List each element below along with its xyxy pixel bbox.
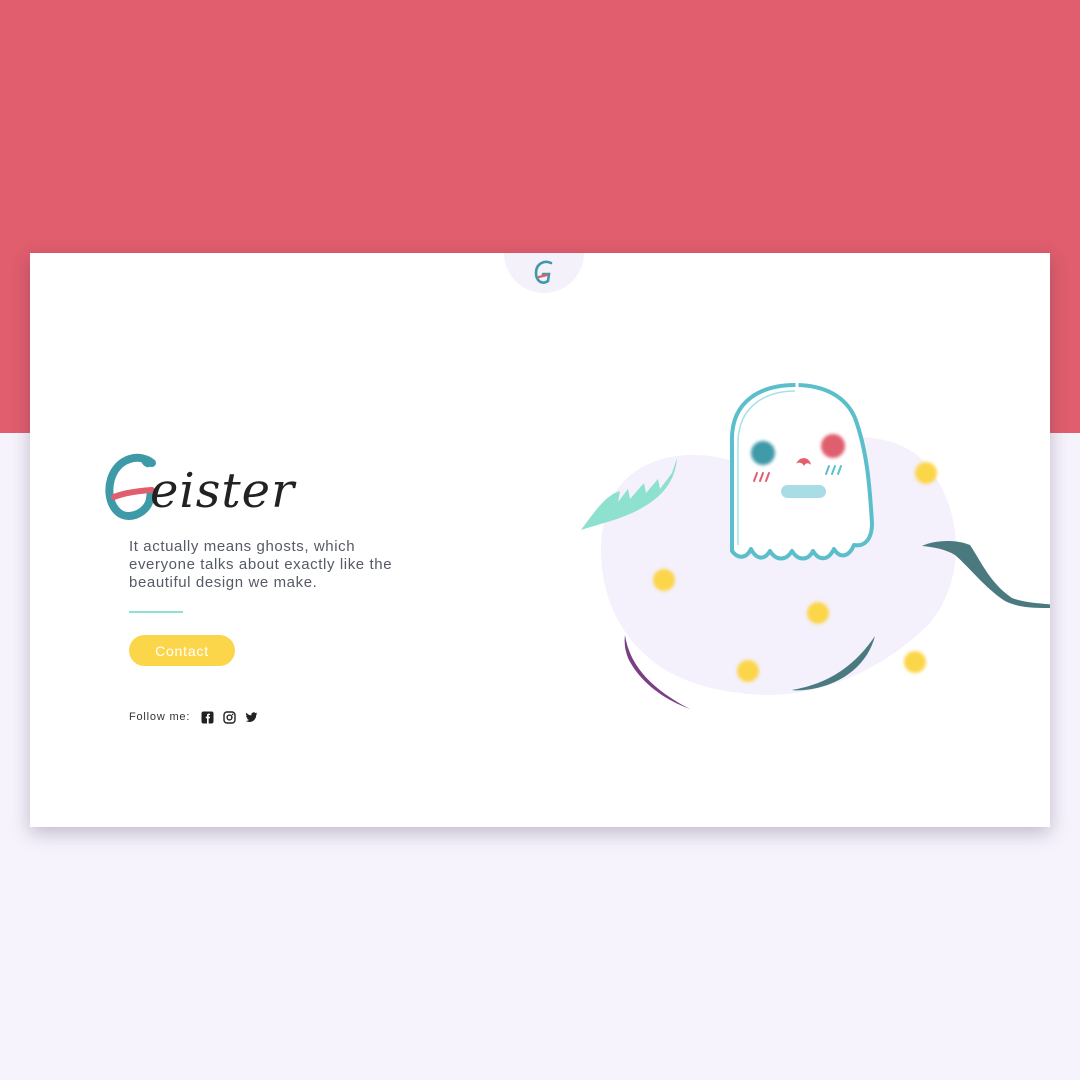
- brand-wordmark: eister: [150, 463, 296, 519]
- ghost-mouth: [781, 485, 826, 498]
- facebook-icon[interactable]: [201, 711, 214, 724]
- yellow-dot: [737, 660, 759, 682]
- instagram-icon[interactable]: [223, 710, 236, 724]
- yellow-dot: [807, 602, 829, 624]
- ghost-illustration: [581, 382, 1050, 709]
- social-links: Follow me:: [129, 709, 258, 725]
- ghost-character: [729, 382, 874, 561]
- contact-button[interactable]: Contact: [129, 635, 235, 666]
- brand-logo: eister: [102, 443, 322, 533]
- twitter-icon[interactable]: [245, 711, 258, 724]
- ghost-eye-left: [751, 441, 775, 465]
- yellow-dot: [904, 651, 926, 673]
- follow-label: Follow me:: [129, 711, 191, 723]
- yellow-dot: [915, 462, 937, 484]
- yellow-dot: [653, 569, 675, 591]
- ghost-eye-right: [821, 434, 845, 458]
- hero-tagline: It actually means ghosts, which everyone…: [129, 538, 393, 591]
- hero-card: eister It actually means ghosts, which e…: [30, 253, 1050, 827]
- divider-line: [129, 611, 183, 613]
- logo-g-icon: [534, 260, 553, 284]
- logo-badge[interactable]: [504, 253, 584, 293]
